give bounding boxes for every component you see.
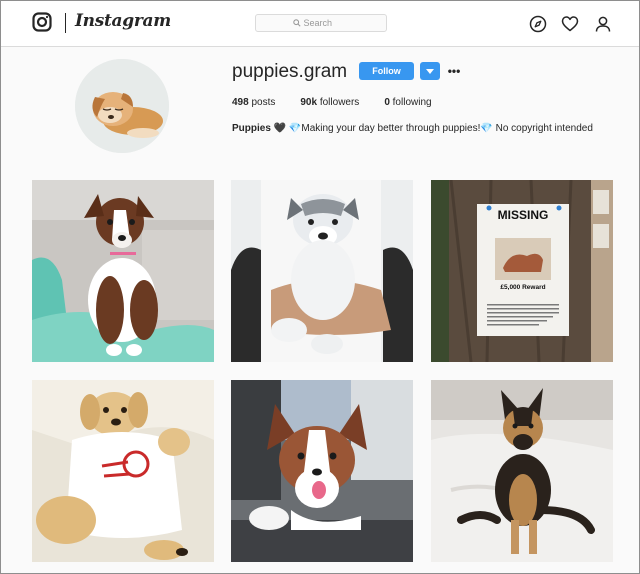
- post-image: [32, 180, 214, 362]
- following-stat[interactable]: 0 following: [384, 97, 431, 108]
- profile-stats: 498 posts 90k followers 0 following: [232, 97, 457, 108]
- logo-divider: [65, 13, 66, 33]
- post-image: [231, 380, 413, 562]
- bio-name: Puppies: [232, 123, 271, 134]
- bio-text: 🖤 💎Making your day better through puppie…: [273, 123, 593, 134]
- suggestions-dropdown-button[interactable]: [420, 62, 440, 80]
- followers-stat[interactable]: 90k followers: [300, 97, 359, 108]
- heart-icon[interactable]: [561, 15, 579, 33]
- post-thumbnail[interactable]: MISSING £5,000 Reward: [431, 180, 613, 362]
- followers-count: 90k: [300, 97, 318, 108]
- post-image: [32, 380, 214, 562]
- more-options-button[interactable]: •••: [447, 62, 461, 80]
- profile-avatar[interactable]: [75, 59, 169, 153]
- post-image: [231, 180, 413, 362]
- follow-button[interactable]: Follow: [359, 62, 414, 80]
- post-thumbnail[interactable]: [431, 380, 613, 562]
- posts-stat: 498 posts: [232, 97, 275, 108]
- search-box[interactable]: [255, 14, 387, 32]
- search-input[interactable]: [303, 18, 350, 28]
- post-thumbnail[interactable]: [32, 380, 214, 562]
- top-navigation-bar: Instagram: [1, 1, 639, 47]
- following-count: 0: [384, 97, 390, 108]
- poster-title: MISSING: [497, 208, 549, 222]
- profile-bio: Puppies 🖤 💎Making your day better throug…: [232, 123, 593, 134]
- search-icon: [292, 19, 301, 27]
- post-image: [431, 380, 613, 562]
- post-thumbnail[interactable]: [32, 180, 214, 362]
- person-icon[interactable]: [594, 15, 612, 33]
- browser-frame: Instagram Search puppies.gram Follow •••…: [0, 0, 640, 574]
- followers-label: followers: [319, 97, 360, 108]
- post-thumbnail[interactable]: [231, 380, 413, 562]
- posts-count: 498: [232, 97, 249, 108]
- instagram-wordmark[interactable]: Instagram: [75, 11, 171, 31]
- instagram-glyph-icon[interactable]: [32, 12, 52, 32]
- posts-label: posts: [251, 97, 276, 108]
- profile-username: puppies.gram: [232, 61, 348, 82]
- compass-icon[interactable]: [529, 15, 547, 33]
- chevron-down-icon: [426, 68, 434, 74]
- following-label: following: [392, 97, 432, 108]
- poster-reward: £5,000 Reward: [500, 284, 546, 291]
- post-thumbnail[interactable]: [231, 180, 413, 362]
